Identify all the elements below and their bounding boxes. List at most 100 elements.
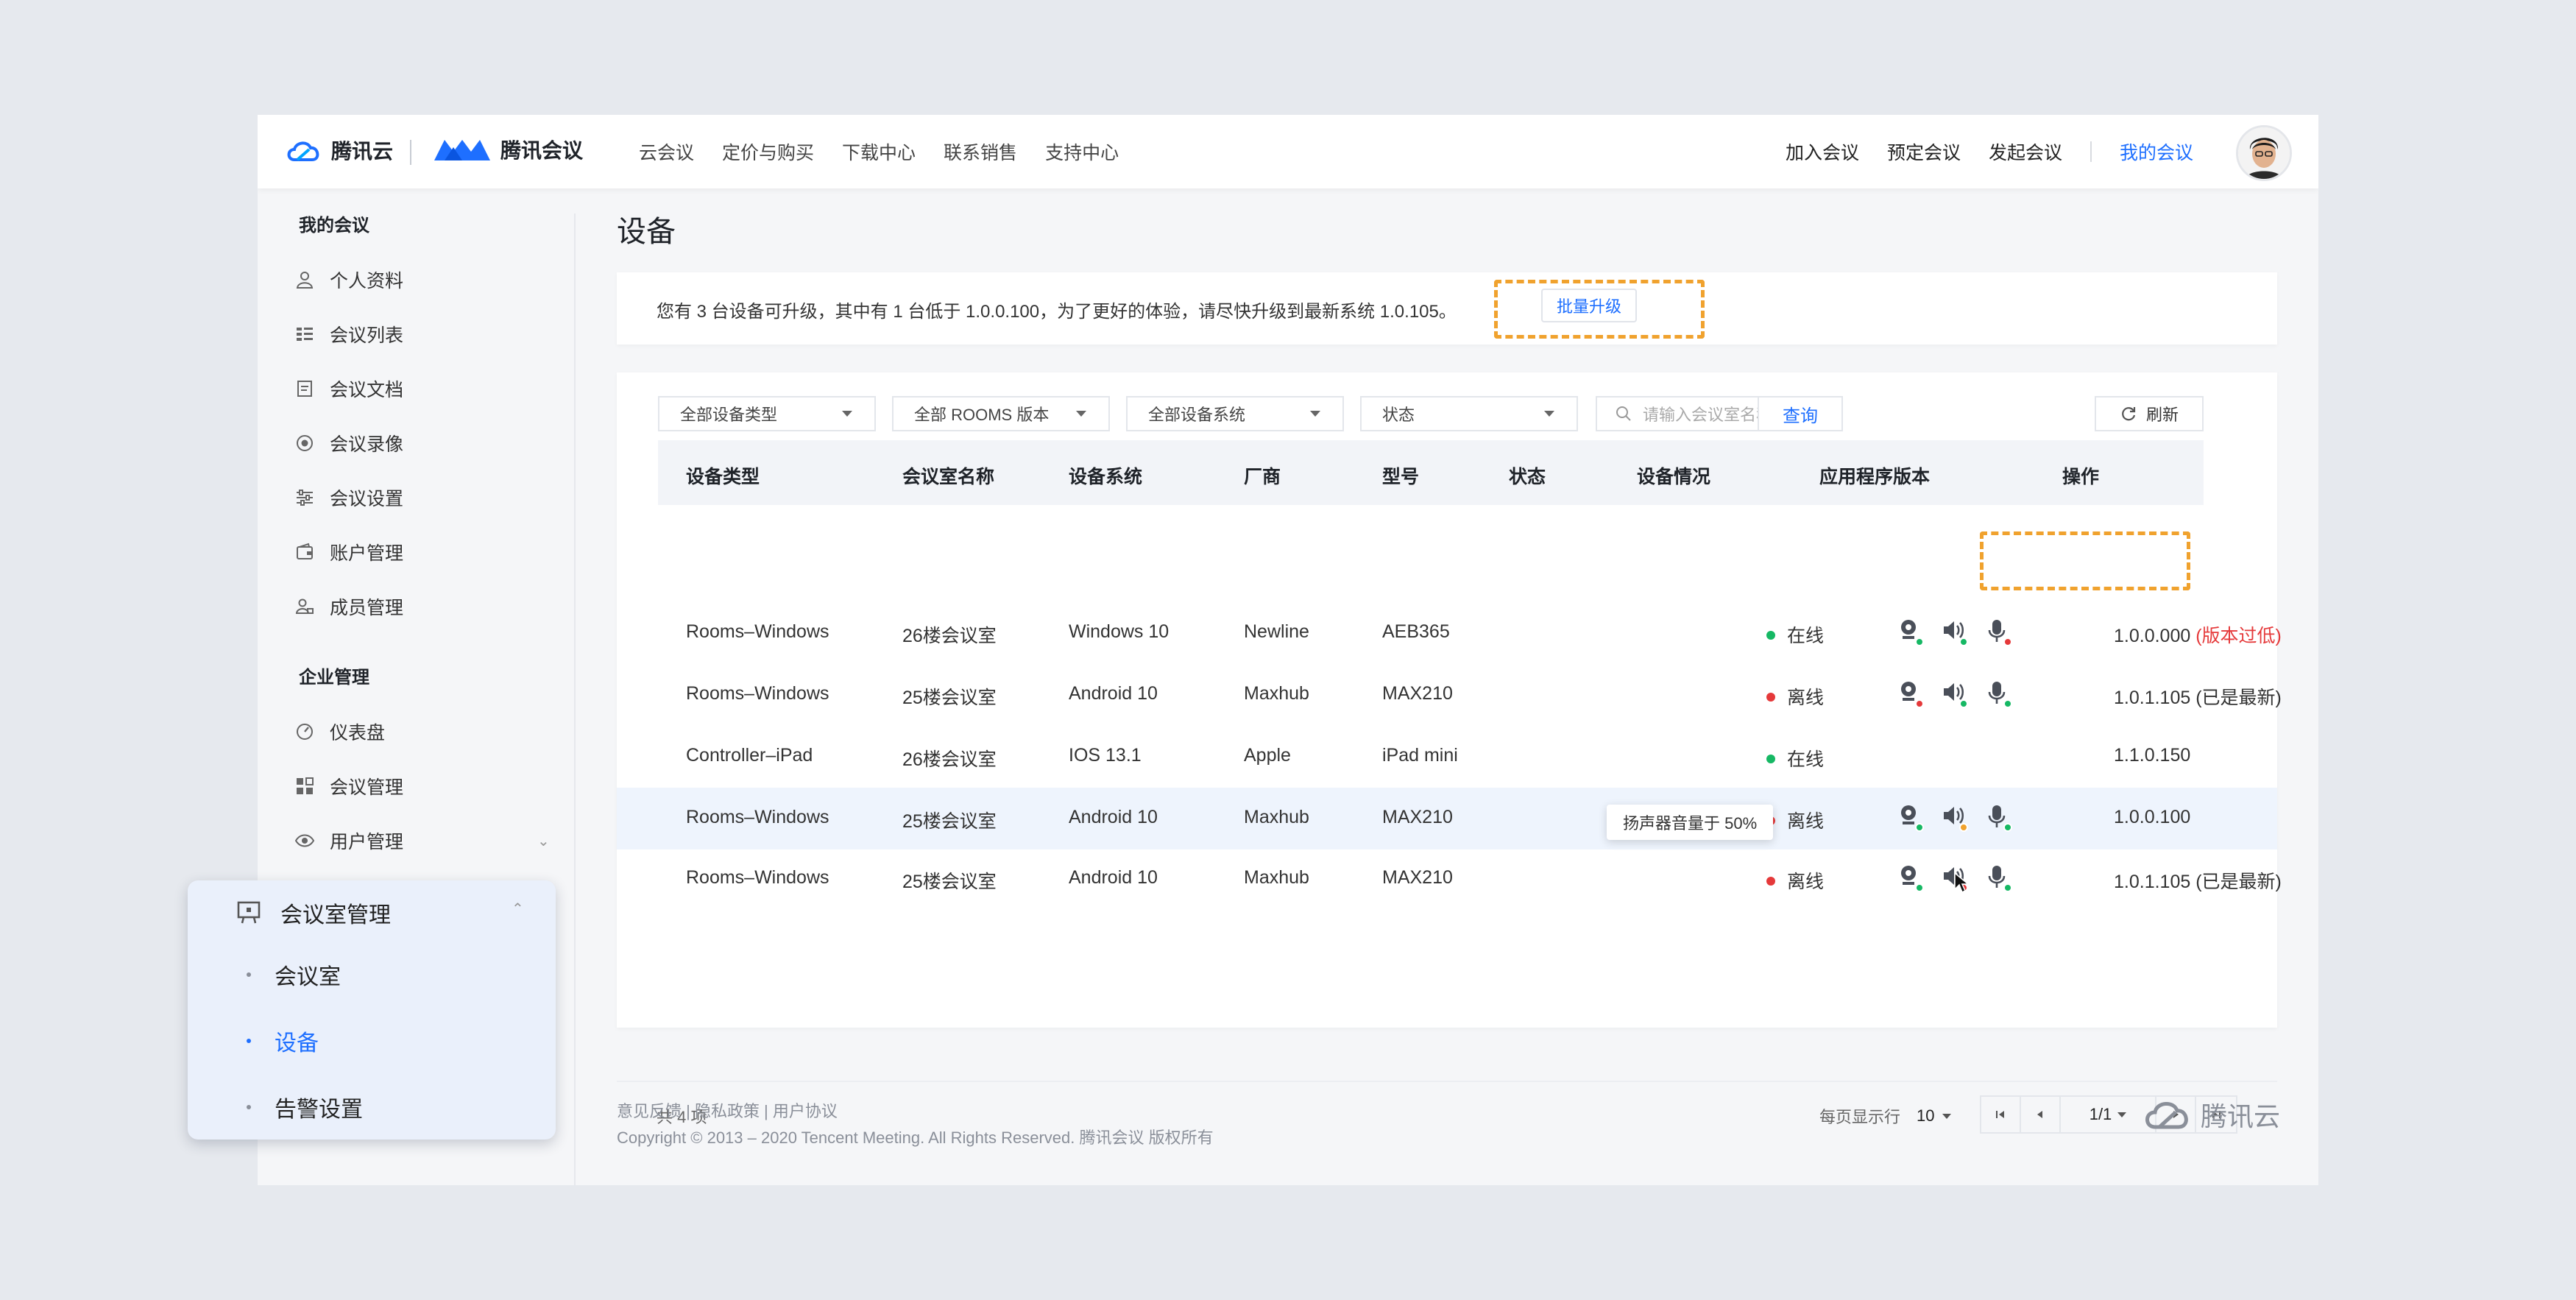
col-vendor: 厂商 — [1244, 467, 1281, 487]
status-select[interactable]: 状态 — [1360, 396, 1578, 431]
mic-icon[interactable] — [1986, 680, 2012, 708]
sidebar-item-meeting-docs[interactable]: 会议文档 — [294, 374, 403, 403]
sidebar-group-my-meetings: 我的会议 — [299, 216, 369, 236]
top-bar: 腾讯云 腾讯会议 云会议 定价与购买 下载中心 联系销售 支持中心 加入会议 预… — [258, 115, 2318, 188]
cell-device-os: IOS 13.1 — [1069, 745, 1142, 766]
cell-vendor: Newline — [1244, 621, 1309, 642]
first-page-button[interactable] — [1981, 1097, 2021, 1132]
cell-room-name: 25楼会议室 — [902, 872, 997, 892]
cell-device-type: Rooms–Windows — [686, 683, 829, 704]
nav-support[interactable]: 支持中心 — [1045, 138, 1119, 165]
cell-app-version: 1.0.1.105 (已是最新) — [2114, 867, 2282, 894]
join-meeting-link[interactable]: 加入会议 — [1786, 138, 1859, 165]
room-management-header[interactable]: 会议室管理 ⌃ — [236, 897, 524, 929]
camera-icon[interactable] — [1897, 618, 1924, 646]
sidebar-item-label: 个人资料 — [330, 271, 404, 292]
sidebar-item-meeting-settings[interactable]: 会议设置 — [294, 483, 403, 512]
per-page: 每页显示行 10 — [1819, 1104, 1951, 1128]
table-row: Controller–iPad 26楼会议室 IOS 13.1 Apple iPad m… — [617, 726, 2277, 788]
bullet-dot — [247, 1039, 251, 1043]
nav-pricing[interactable]: 定价与购买 — [722, 138, 814, 165]
prev-page-button[interactable] — [2021, 1097, 2061, 1132]
sidebar-item-meeting-list[interactable]: 会议列表 — [294, 319, 403, 349]
cell-device-os: Android 10 — [1069, 807, 1158, 827]
speaker-status-dot — [1959, 823, 1968, 832]
per-page-label: 每页显示行 — [1819, 1108, 1901, 1126]
nav-cloud-meeting[interactable]: 云会议 — [639, 138, 694, 165]
batch-upgrade-button[interactable]: 批量升级 — [1541, 289, 1637, 322]
device-os-value: 全部设备系统 — [1148, 406, 1246, 424]
query-button[interactable]: 查询 — [1758, 396, 1843, 431]
footer-logo-text: 腾讯云 — [2200, 1101, 2280, 1131]
start-meeting-link[interactable]: 发起会议 — [1989, 138, 2062, 165]
sidebar-item-meeting-mgmt[interactable]: 会议管理 — [294, 771, 403, 801]
footer-copyright: Copyright © 2013 – 2020 Tencent Meeting.… — [617, 1128, 1214, 1147]
brand-meeting-text: 腾讯会议 — [500, 139, 584, 162]
tencent-cloud-logo[interactable]: 腾讯云 — [284, 135, 393, 165]
rooms-version-value: 全部 ROOMS 版本 — [914, 406, 1050, 424]
caret-down-icon — [1310, 411, 1320, 417]
chevron-up-icon: ⌃ — [512, 901, 524, 917]
my-meetings-link[interactable]: 我的会议 — [2120, 138, 2193, 165]
sidebar-item-profile[interactable]: 个人资料 — [294, 265, 403, 294]
cell-room-name: 25楼会议室 — [902, 688, 997, 708]
cell-model: MAX210 — [1382, 867, 1453, 888]
room-search-input[interactable]: 请输入会议室名称 查询 — [1596, 396, 1843, 431]
col-room-name: 会议室名称 — [902, 467, 995, 487]
table-row: Rooms–Windows 25楼会议室 Android 10 Maxhub MAX21… — [617, 848, 2282, 910]
submenu-alert-settings[interactable]: 告警设置 — [247, 1091, 363, 1123]
nav-download[interactable]: 下载中心 — [842, 138, 916, 165]
device-health-icons — [1897, 804, 2012, 832]
meeting-room-icon — [237, 901, 261, 924]
speaker-icon[interactable] — [1942, 618, 1968, 646]
status-label: 在线 — [1787, 626, 1825, 646]
version-value: 1.0.0.100 — [2114, 807, 2191, 827]
submenu-devices[interactable]: 设备 — [247, 1025, 319, 1057]
chevron-down-icon: ⌄ — [537, 833, 550, 849]
record-icon — [294, 433, 315, 453]
submenu-meeting-room[interactable]: 会议室 — [247, 958, 341, 991]
speaker-icon[interactable] — [1942, 804, 1968, 832]
camera-icon[interactable] — [1897, 680, 1924, 708]
caret-down-icon — [1942, 1113, 1951, 1119]
device-type-select[interactable]: 全部设备类型 — [658, 396, 876, 431]
sidebar-item-members[interactable]: 成员管理 — [294, 592, 403, 621]
status-dot — [1766, 755, 1775, 763]
speaker-icon[interactable] — [1942, 680, 1968, 708]
cell-room-name: 26楼会议室 — [902, 749, 997, 770]
cell-app-version: 1.0.1.105 (已是最新) — [2114, 683, 2282, 710]
sidebar-item-account[interactable]: 账户管理 — [294, 537, 403, 567]
camera-icon[interactable] — [1897, 864, 1924, 892]
tencent-meeting-logo[interactable]: 腾讯会议 — [433, 134, 583, 165]
cell-device-os: Android 10 — [1069, 683, 1158, 704]
sidebar-item-recordings[interactable]: 会议录像 — [294, 428, 403, 458]
device-os-select[interactable]: 全部设备系统 — [1126, 396, 1344, 431]
submenu-label: 会议室 — [275, 965, 341, 989]
refresh-button[interactable]: 刷新 — [2095, 396, 2204, 431]
per-page-select[interactable]: 10 — [1917, 1106, 1951, 1126]
camera-icon[interactable] — [1897, 804, 1924, 832]
sidebar-item-user-mgmt[interactable]: 用户管理 ⌄ — [294, 826, 550, 855]
bullet-dot — [247, 972, 251, 977]
schedule-meeting-link[interactable]: 预定会议 — [1887, 138, 1961, 165]
sidebar-item-label: 仪表盘 — [330, 723, 386, 743]
footer-links[interactable]: 意见反馈 | 隐私政策 | 用户协议 — [617, 1098, 838, 1122]
submenu-label: 设备 — [275, 1031, 319, 1056]
mic-icon[interactable] — [1986, 864, 2012, 892]
mic-icon[interactable] — [1986, 618, 2012, 646]
rooms-version-select[interactable]: 全部 ROOMS 版本 — [892, 396, 1110, 431]
cell-vendor: Maxhub — [1244, 867, 1309, 888]
mic-icon[interactable] — [1986, 804, 2012, 832]
version-value: 1.0.1.105 (已是最新) — [2114, 688, 2282, 708]
avatar[interactable] — [2236, 125, 2292, 181]
sidebar-group-enterprise: 企业管理 — [299, 668, 369, 688]
col-model: 型号 — [1382, 467, 1420, 487]
sidebar-item-dashboard[interactable]: 仪表盘 — [294, 717, 385, 746]
sidebar-item-label: 会议文档 — [330, 380, 404, 400]
nav-contact-sales[interactable]: 联系销售 — [944, 138, 1017, 165]
refresh-icon — [2122, 407, 2136, 421]
cell-model: AEB365 — [1382, 621, 1450, 642]
top-nav: 云会议 定价与购买 下载中心 联系销售 支持中心 — [639, 138, 1119, 165]
sidebar-divider — [574, 213, 576, 1185]
members-icon — [294, 596, 315, 617]
